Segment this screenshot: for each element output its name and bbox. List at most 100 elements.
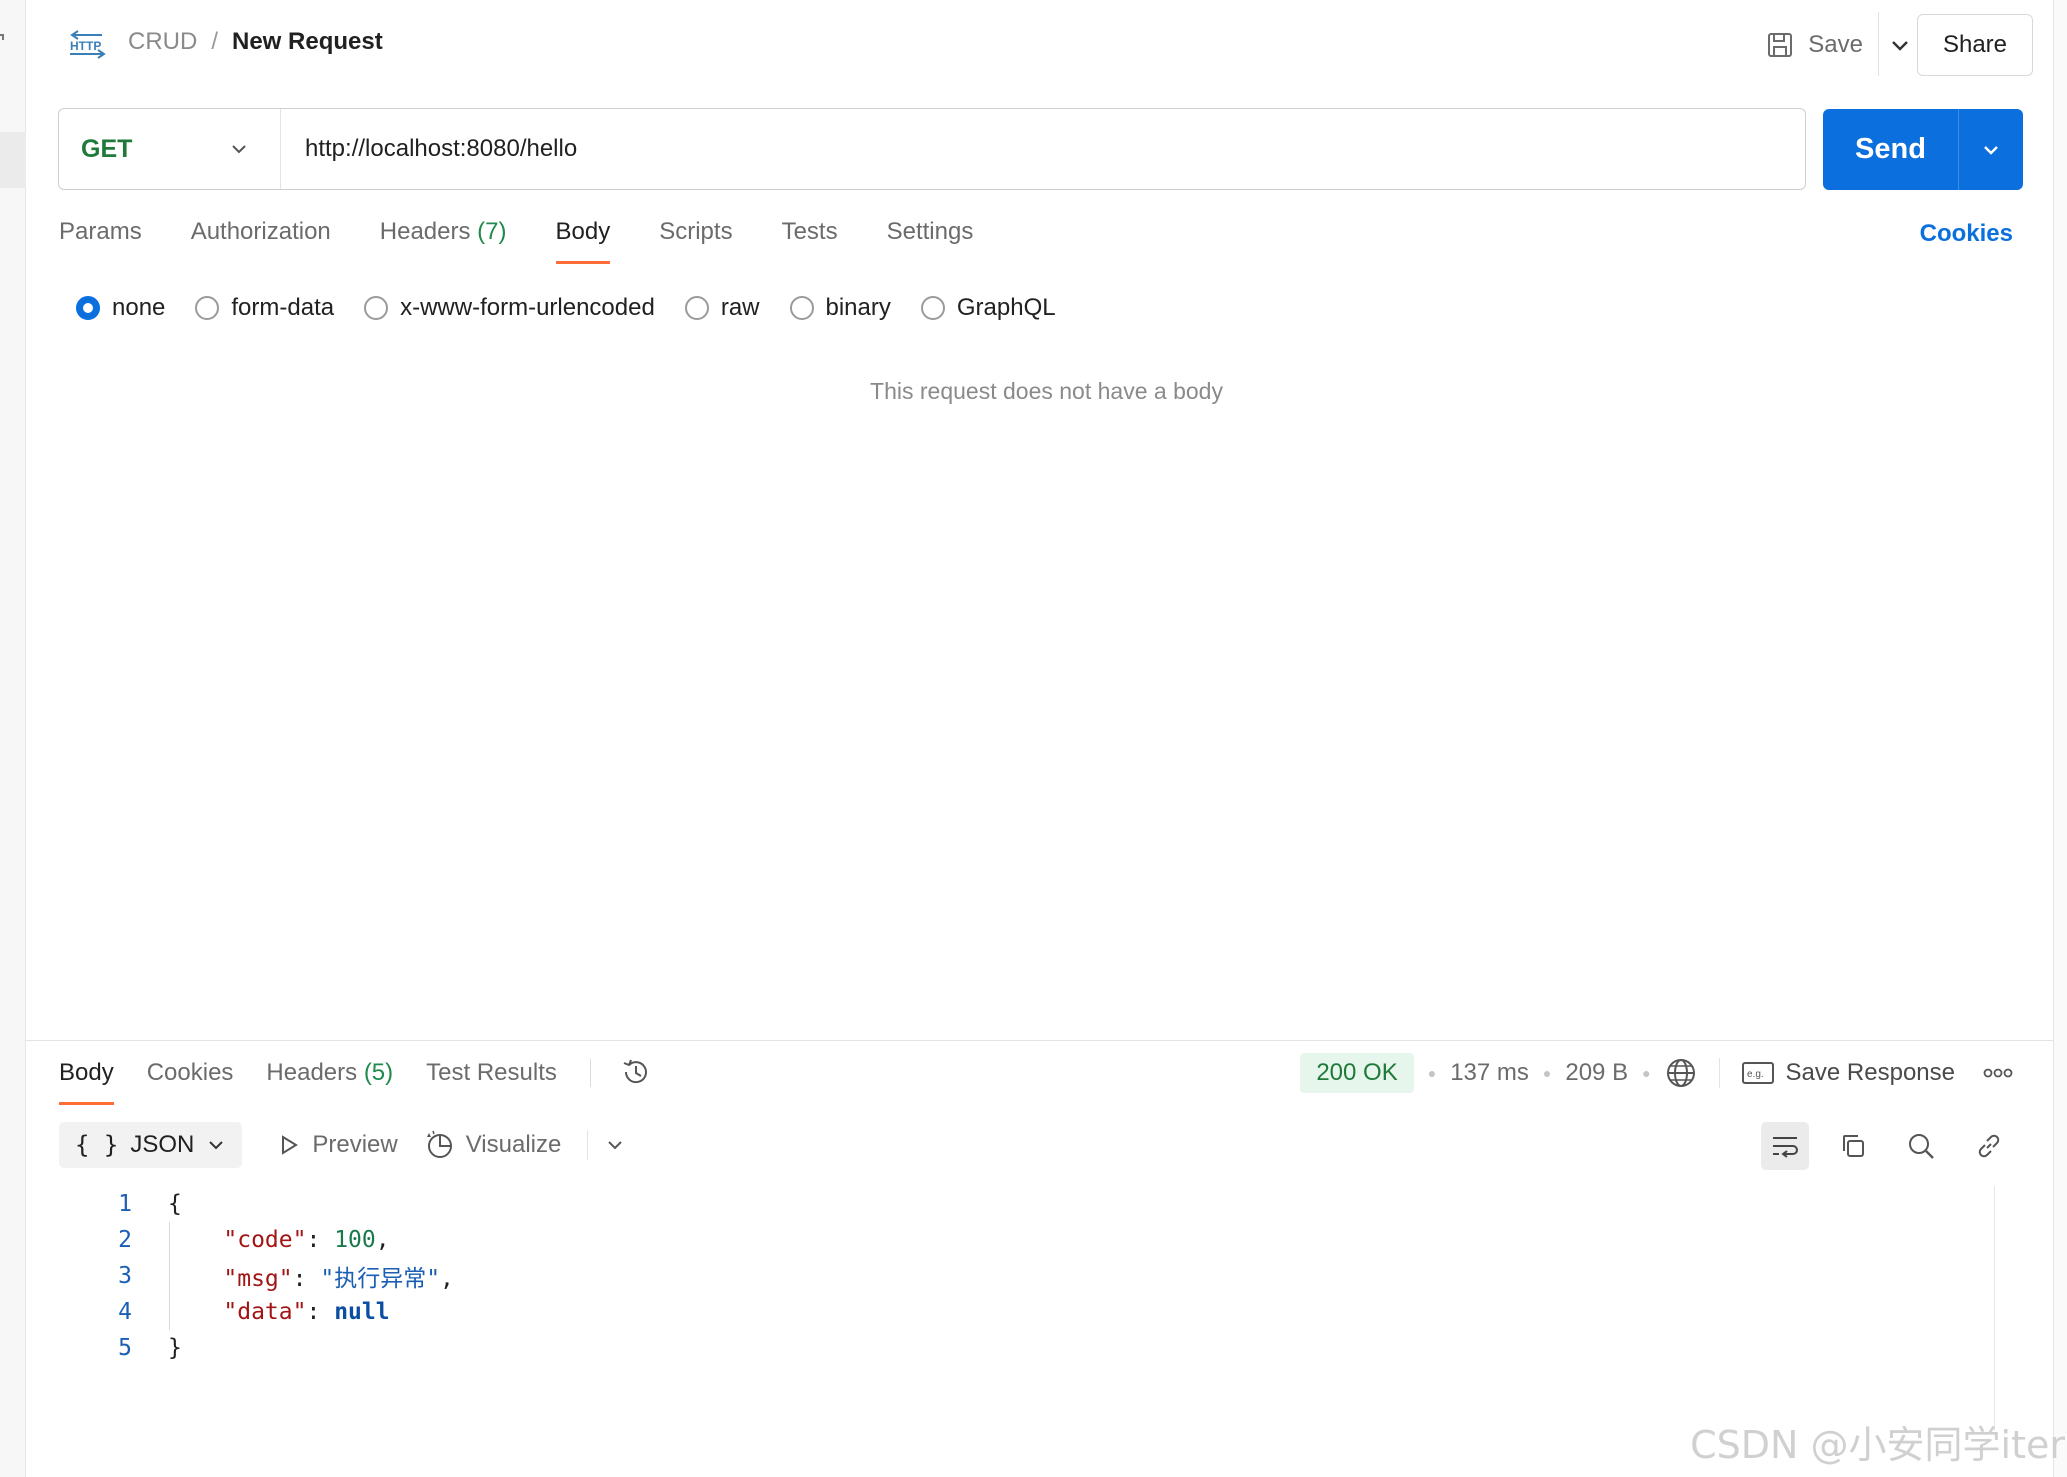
copy-button[interactable]	[1829, 1122, 1877, 1170]
wrap-lines-button[interactable]	[1761, 1122, 1809, 1170]
app-window: HTTP CRUD / New Request Save Share GET h…	[0, 0, 2067, 1477]
tab-scripts[interactable]: Scripts	[659, 218, 732, 264]
save-response-label: Save Response	[1785, 1059, 1955, 1086]
response-tab-test-results[interactable]: Test Results	[426, 1059, 557, 1105]
cookies-link[interactable]: Cookies	[1920, 220, 2013, 248]
history-icon[interactable]	[619, 1055, 653, 1089]
response-meta: 200 OK ● 137 ms ● 209 B ● e.g. Save Resp…	[1300, 1050, 2013, 1096]
code-line: 2 "code": 100,	[96, 1222, 454, 1258]
radio-x-www-form-urlencoded[interactable]: x-www-form-urlencoded	[364, 294, 655, 322]
radio-graphql[interactable]: GraphQL	[920, 294, 1056, 322]
tab-settings[interactable]: Settings	[887, 218, 974, 264]
radio-button-icon[interactable]	[364, 296, 389, 320]
tab-separator	[589, 1059, 591, 1087]
wrap-lines-icon	[1773, 1137, 1798, 1158]
save-button[interactable]: Save	[1766, 22, 1863, 68]
line-number: 5	[118, 1335, 132, 1361]
tab-tests[interactable]: Tests	[782, 218, 838, 264]
response-tab-cookies[interactable]: Cookies	[147, 1059, 234, 1105]
send-button[interactable]: Send	[1823, 109, 2023, 190]
response-tab-headers[interactable]: Headers (5)	[266, 1059, 393, 1105]
json-key: "code"	[223, 1227, 307, 1253]
watermark: CSDN @小安同学iter	[1690, 1423, 2065, 1467]
code-line: 3 "msg": "执行异常",	[96, 1258, 454, 1294]
json-value: 100	[334, 1227, 376, 1253]
status-badge[interactable]: 200 OK	[1300, 1053, 1414, 1093]
body-type-radio-group: none form-data x-www-form-urlencoded raw…	[76, 294, 1086, 322]
search-icon	[1909, 1134, 1934, 1159]
save-divider	[1878, 12, 1879, 76]
example-icon: e.g.	[1741, 1062, 1774, 1084]
breadcrumb-collection[interactable]: CRUD	[128, 28, 197, 56]
radio-button-icon[interactable]	[76, 296, 100, 320]
globe-icon[interactable]	[1665, 1057, 1697, 1089]
visualize-button[interactable]: Visualize	[424, 1130, 561, 1160]
http-icon: HTTP	[70, 30, 106, 59]
method-label: GET	[81, 134, 133, 163]
right-panel-edge	[2053, 0, 2067, 1477]
chevron-down-icon	[1984, 145, 1998, 155]
empty-body-message: This request does not have a body	[870, 378, 1223, 404]
copy-icon	[1843, 1135, 1864, 1157]
json-value: "执行异常"	[320, 1266, 441, 1292]
json-key: "data"	[223, 1299, 307, 1325]
search-button[interactable]	[1897, 1122, 1945, 1170]
code-line: 1 {	[96, 1186, 454, 1222]
radio-button-icon[interactable]	[684, 296, 709, 320]
format-select[interactable]: { } JSON	[59, 1122, 243, 1168]
response-actions	[1761, 1122, 2013, 1170]
radio-button-icon[interactable]	[789, 296, 814, 320]
play-icon	[282, 1135, 299, 1155]
tab-params[interactable]: Params	[59, 218, 142, 264]
line-number: 3	[118, 1263, 132, 1289]
chevron-down-icon[interactable]	[604, 1134, 626, 1156]
response-tab-body[interactable]: Body	[59, 1059, 114, 1105]
response-headers-count: (5)	[363, 1059, 394, 1086]
radio-binary[interactable]: binary	[789, 294, 891, 322]
tab-body[interactable]: Body	[555, 218, 610, 264]
line-number: 4	[118, 1299, 132, 1325]
braces-icon: { }	[75, 1131, 119, 1159]
radio-button-icon[interactable]	[195, 296, 220, 320]
line-number: 1	[118, 1191, 132, 1217]
tab-headers[interactable]: Headers (7)	[380, 218, 507, 264]
send-label[interactable]: Send	[1823, 109, 1959, 190]
json-value: null	[334, 1299, 390, 1325]
tab-authorization[interactable]: Authorization	[191, 218, 331, 264]
url-bar: GET	[58, 108, 1806, 190]
radio-raw[interactable]: raw	[684, 294, 760, 322]
more-options-icon[interactable]	[1983, 1067, 2013, 1079]
pane-divider[interactable]	[26, 1040, 2053, 1041]
chevron-down-icon[interactable]	[1887, 32, 1913, 58]
response-code-view[interactable]: 1 { 2 "code": 100, 3 "msg": "执行异常", 4 "d…	[96, 1186, 454, 1366]
svg-text:e.g.: e.g.	[1747, 1069, 1764, 1080]
code-scrollbar[interactable]	[1994, 1186, 1995, 1430]
chevron-down-icon	[232, 145, 246, 154]
preview-button[interactable]: Preview	[278, 1131, 398, 1159]
share-button[interactable]: Share	[1917, 14, 2033, 76]
line-number: 2	[118, 1227, 132, 1253]
radio-form-data[interactable]: form-data	[195, 294, 334, 322]
visualize-icon	[426, 1130, 452, 1158]
url-input[interactable]	[281, 109, 1805, 189]
format-label: JSON	[130, 1131, 195, 1158]
request-tabs: Params Authorization Headers (7) Body Sc…	[59, 218, 1022, 264]
request-title[interactable]: New Request	[232, 28, 383, 56]
response-time[interactable]: 137 ms	[1450, 1059, 1529, 1087]
link-button[interactable]	[1965, 1122, 2013, 1170]
link-icon	[1978, 1134, 2000, 1158]
save-response-button[interactable]: e.g. Save Response	[1741, 1059, 1955, 1087]
left-sidebar-edge	[0, 0, 26, 1477]
code-line: 4 "data": null	[96, 1294, 454, 1330]
response-size[interactable]: 209 B	[1565, 1059, 1628, 1087]
code-line: 5 }	[96, 1330, 454, 1366]
chevron-down-icon	[209, 1141, 224, 1150]
request-header: HTTP CRUD / New Request Save Share	[26, 0, 2053, 90]
save-label: Save	[1808, 31, 1863, 58]
breadcrumb: CRUD / New Request	[128, 28, 383, 56]
radio-none[interactable]: none	[76, 294, 165, 322]
indent-guide	[169, 1222, 170, 1330]
radio-button-icon[interactable]	[920, 296, 945, 320]
send-options-button[interactable]	[1959, 109, 2023, 190]
method-select[interactable]: GET	[59, 109, 281, 189]
